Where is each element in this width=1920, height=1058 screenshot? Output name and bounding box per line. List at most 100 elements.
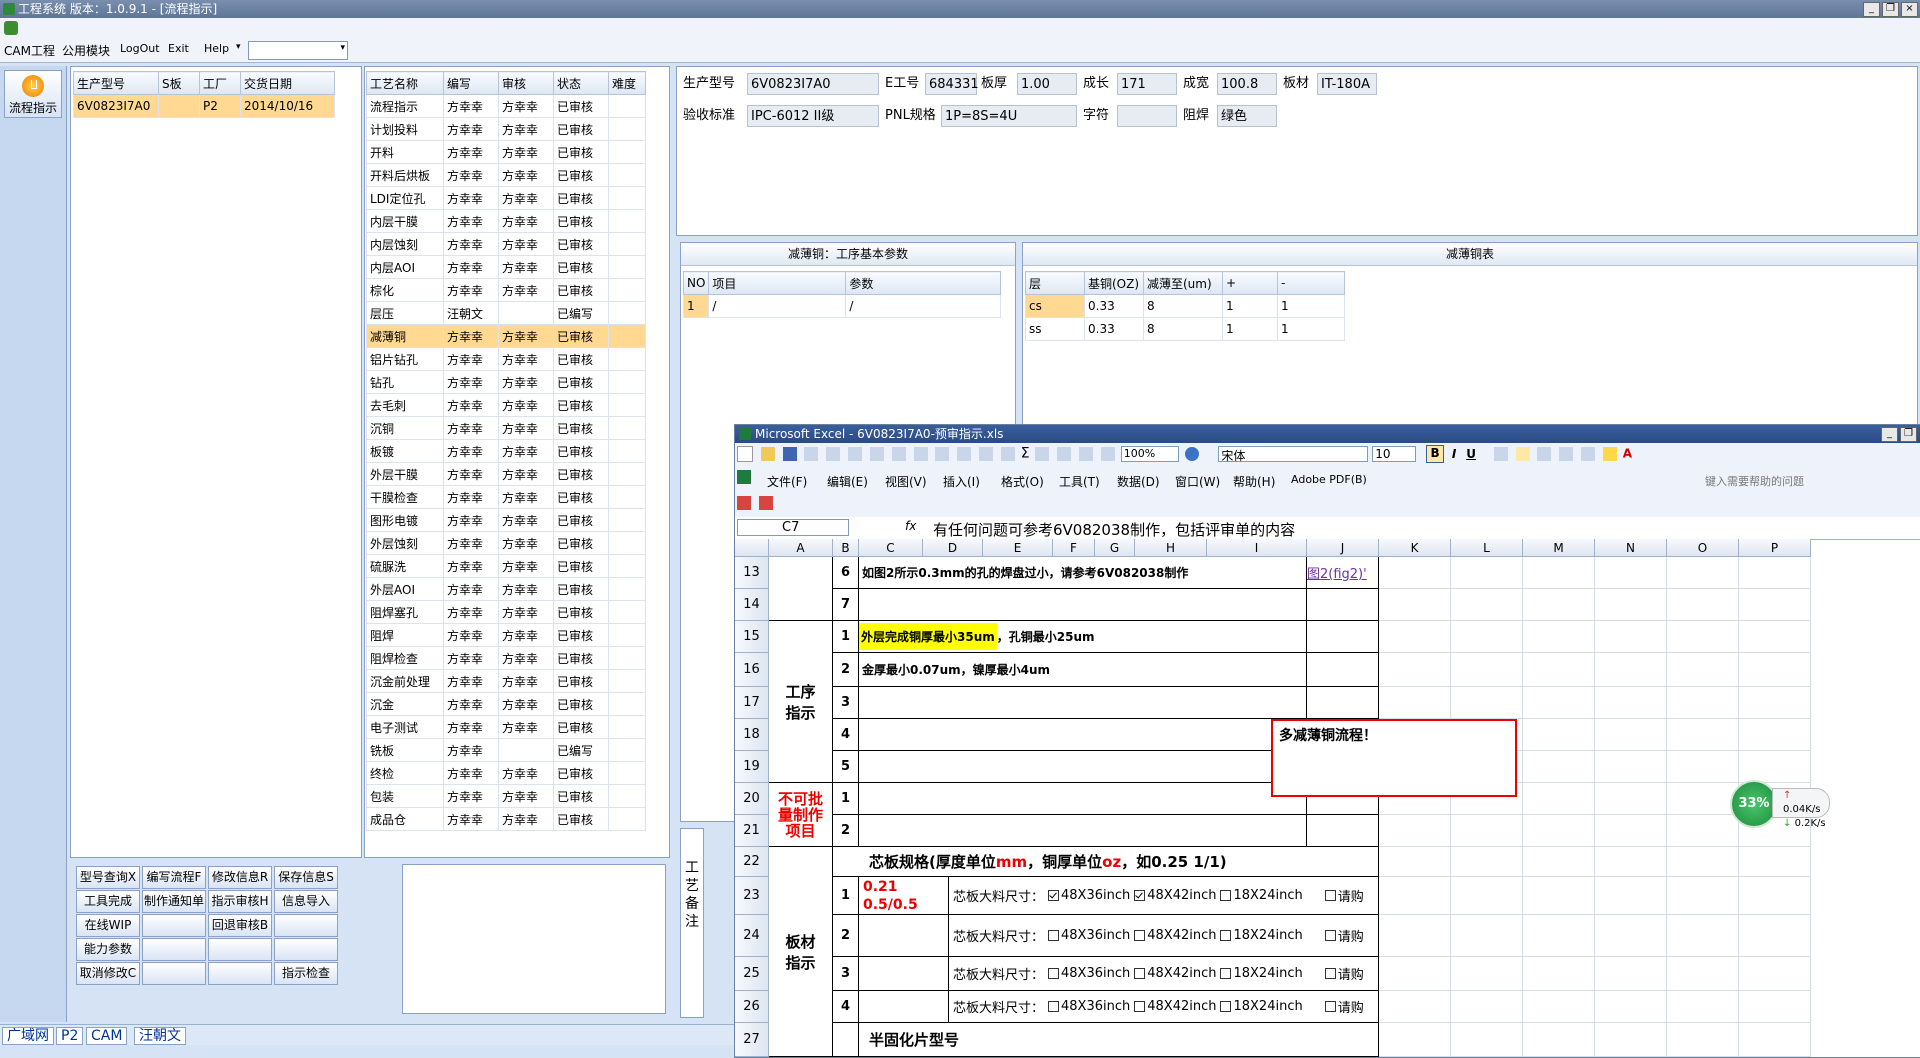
app-shortcut-icon[interactable]: [4, 21, 18, 35]
size-checkbox[interactable]: [1048, 968, 1060, 979]
row-header[interactable]: 17: [735, 687, 769, 719]
column-header[interactable]: I: [1207, 539, 1307, 557]
grid-cell[interactable]: [1595, 1023, 1667, 1057]
row-index-cell[interactable]: 1: [833, 621, 859, 653]
grid-cell[interactable]: [1595, 557, 1667, 589]
process-col-author[interactable]: 编写: [443, 71, 499, 95]
row-header[interactable]: 19: [735, 751, 769, 783]
grid-cell[interactable]: [1739, 847, 1811, 877]
row-header[interactable]: 27: [735, 1023, 769, 1057]
grid-cell[interactable]: [1523, 957, 1595, 991]
grid-cell[interactable]: [1379, 991, 1451, 1023]
action-button-0-1[interactable]: 编写流程F: [142, 866, 206, 889]
action-button-4-2[interactable]: [208, 962, 272, 985]
size-checkbox[interactable]: [1048, 1001, 1060, 1012]
size-checkbox[interactable]: [1324, 968, 1336, 979]
grid-cell[interactable]: [1379, 687, 1451, 719]
section-material[interactable]: 板材指示: [769, 847, 833, 1057]
table-row[interactable]: 6V0823I7A0 P2 2014/10/16: [73, 94, 335, 118]
grid-cell[interactable]: [1451, 991, 1523, 1023]
row-index-cell[interactable]: 2: [833, 815, 859, 847]
grid-cell[interactable]: [1739, 957, 1811, 991]
grid-cell[interactable]: [1523, 991, 1595, 1023]
table-row[interactable]: 内层蚀刻 方幸幸 方幸幸 已审核: [366, 232, 646, 256]
action-button-1-3[interactable]: 信息导入: [274, 890, 338, 913]
column-header[interactable]: F: [1053, 539, 1095, 557]
table-row[interactable]: 沉金前处理 方幸幸 方幸幸 已审核: [366, 669, 646, 693]
size-checkbox[interactable]: [1134, 968, 1146, 979]
grid-cell[interactable]: [1667, 783, 1739, 815]
size-checkbox[interactable]: [1324, 890, 1336, 901]
grid-cell[interactable]: [1451, 815, 1523, 847]
close-button[interactable]: ×: [1901, 2, 1918, 17]
core-thickness-cell[interactable]: [859, 915, 949, 957]
size-checkbox[interactable]: [1048, 930, 1060, 941]
grid-cell[interactable]: [1451, 957, 1523, 991]
size-checkbox[interactable]: [1048, 890, 1060, 901]
grid-cell[interactable]: [1595, 915, 1667, 957]
size-checkbox[interactable]: [1134, 930, 1146, 941]
grid-cell[interactable]: [1379, 847, 1451, 877]
grid-cell[interactable]: [1667, 621, 1739, 653]
size-checkbox[interactable]: [1134, 1001, 1146, 1012]
core-thickness-cell[interactable]: [859, 957, 949, 991]
content-cell[interactable]: [859, 719, 1307, 751]
params-col-item[interactable]: 项目: [708, 271, 847, 295]
pnl-field[interactable]: 1P=8S=4U: [941, 105, 1077, 127]
row-header[interactable]: 24: [735, 915, 769, 957]
row-header[interactable]: 13: [735, 557, 769, 589]
table-row[interactable]: 计划投料 方幸幸 方幸幸 已审核: [366, 117, 646, 141]
row-index-cell[interactable]: 1: [833, 783, 859, 815]
content-cell[interactable]: [859, 589, 1307, 621]
core-size-options[interactable]: 芯板大料尺寸： 48X36inch 48X42inch 18X24inch 请购: [949, 991, 1379, 1023]
size-checkbox[interactable]: [1220, 1001, 1232, 1012]
table-row[interactable]: 内层AOI 方幸幸 方幸幸 已审核: [366, 255, 646, 279]
menu-cam[interactable]: CAM工程: [4, 42, 55, 59]
column-header[interactable]: E: [983, 539, 1053, 557]
row-header[interactable]: 22: [735, 847, 769, 877]
chevron-down-icon[interactable]: ▾: [236, 42, 241, 52]
status-tab-wan[interactable]: 广域网: [2, 1027, 54, 1045]
action-button-3-1[interactable]: [142, 938, 206, 961]
grid-cell[interactable]: [1523, 589, 1595, 621]
grid-cell[interactable]: [1523, 751, 1595, 783]
table-row[interactable]: 电子测试 方幸幸 方幸幸 已审核: [366, 715, 646, 739]
grid-cell[interactable]: [1667, 815, 1739, 847]
status-tab-p2[interactable]: P2: [56, 1027, 84, 1045]
table-row[interactable]: 硫脲洗 方幸幸 方幸幸 已审核: [366, 554, 646, 578]
action-button-2-3[interactable]: [274, 914, 338, 937]
action-button-2-2[interactable]: 回退审核B: [208, 914, 272, 937]
grid-cell[interactable]: [1739, 719, 1811, 751]
status-tab-cam[interactable]: CAM: [86, 1027, 128, 1045]
row-index-cell[interactable]: 3: [833, 687, 859, 719]
menu-logout[interactable]: LogOut: [120, 42, 160, 55]
copper-col-target[interactable]: 减薄至(um): [1143, 271, 1223, 295]
copper-col-plus[interactable]: +: [1222, 271, 1278, 295]
grid-cell[interactable]: [1667, 1023, 1739, 1057]
content-cell[interactable]: [859, 815, 1307, 847]
grid-cell[interactable]: [1379, 1023, 1451, 1057]
row-index-cell[interactable]: 2: [833, 915, 859, 957]
grid-cell[interactable]: [1595, 719, 1667, 751]
action-button-3-3[interactable]: [274, 938, 338, 961]
action-button-3-0[interactable]: 能力参数: [76, 938, 140, 961]
row-index-cell[interactable]: 3: [833, 957, 859, 991]
grid-cell[interactable]: [1595, 957, 1667, 991]
reference-cell[interactable]: 图2(fig2)': [1307, 557, 1379, 589]
grid-cell[interactable]: [1451, 621, 1523, 653]
reference-cell[interactable]: [1307, 653, 1379, 687]
table-row[interactable]: 开料后烘板 方幸幸 方幸幸 已审核: [366, 163, 646, 187]
table-row[interactable]: 图形电镀 方幸幸 方幸幸 已审核: [366, 508, 646, 532]
grid-cell[interactable]: [1595, 847, 1667, 877]
grid-cell[interactable]: [1523, 877, 1595, 915]
row-header[interactable]: 26: [735, 991, 769, 1023]
grid-cell[interactable]: [1595, 653, 1667, 687]
grid-cell[interactable]: [1739, 1023, 1811, 1057]
column-header[interactable]: M: [1523, 539, 1595, 557]
grid-cell[interactable]: [1523, 1023, 1595, 1057]
grid-cell[interactable]: [1523, 557, 1595, 589]
column-header[interactable]: B: [833, 539, 859, 557]
section-no-batch[interactable]: 不可批量制作项目: [769, 783, 833, 847]
row-header[interactable]: 25: [735, 957, 769, 991]
grid-cell[interactable]: [1739, 915, 1811, 957]
